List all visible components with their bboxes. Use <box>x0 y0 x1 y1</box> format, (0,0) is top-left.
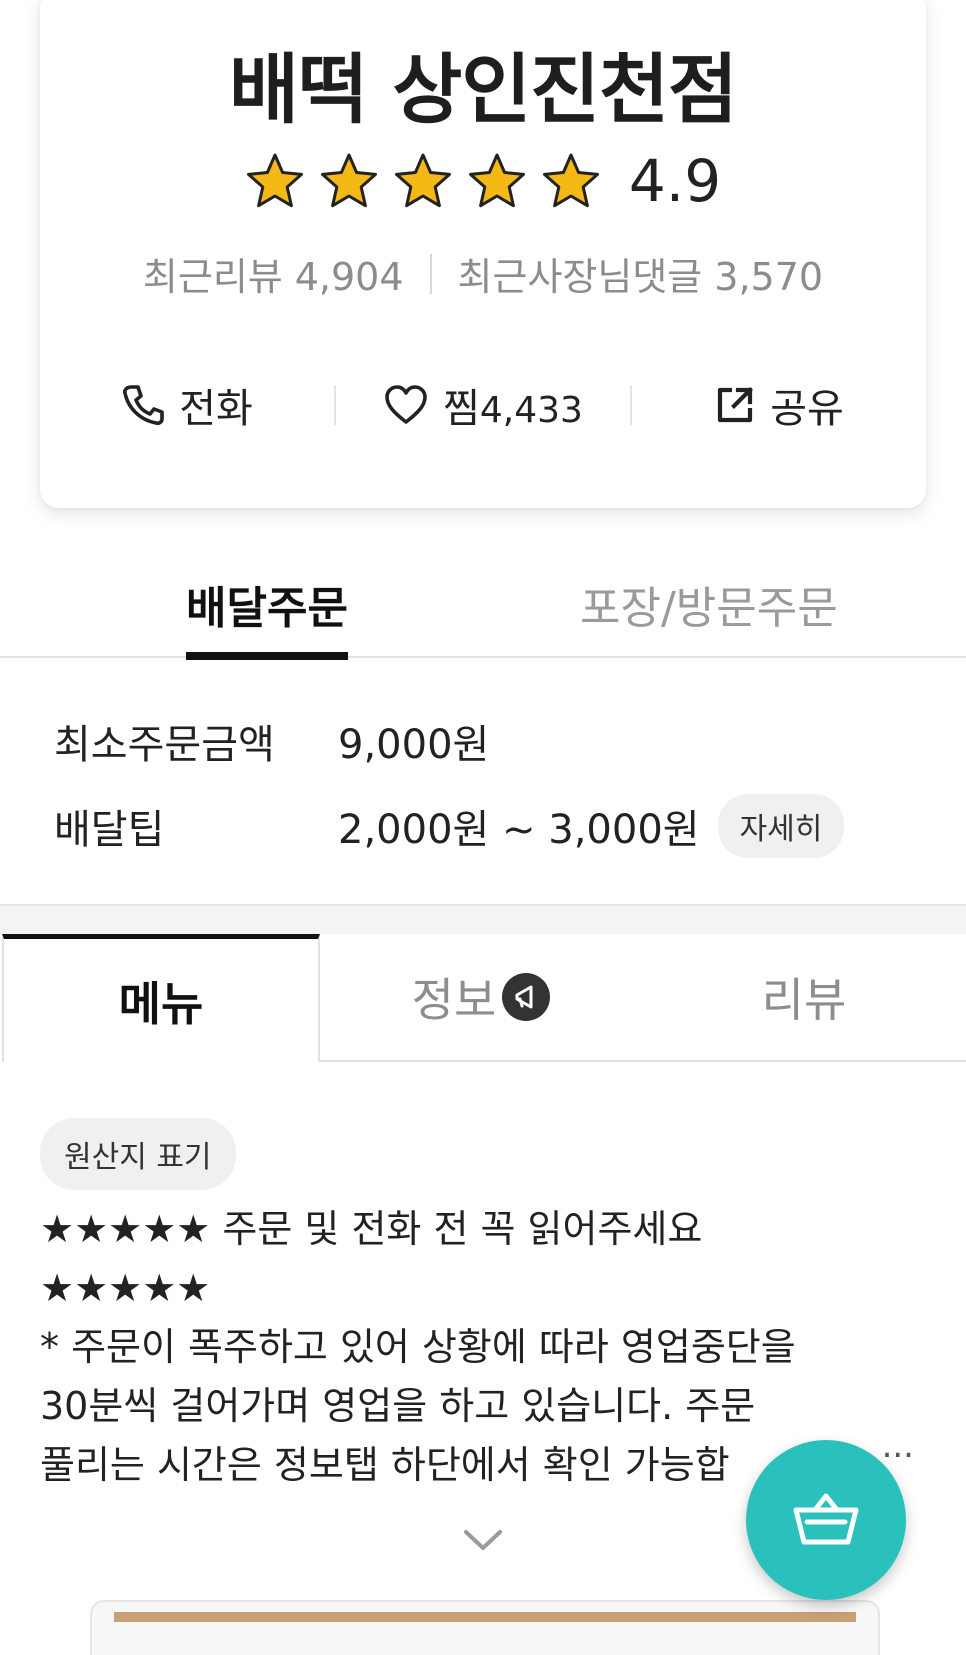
delivery-tip-row: 배달팁 2,000원 ~ 3,000원 자세히 <box>54 794 845 858</box>
tab-menu[interactable]: 메뉴 <box>2 934 320 1062</box>
owner-replies-label: 최근사장님댓글 <box>457 255 703 299</box>
like-button[interactable]: 찜4,433 <box>336 376 630 434</box>
basket-icon <box>793 1493 859 1545</box>
phone-icon <box>123 385 164 426</box>
tab-info[interactable]: 정보 <box>320 934 642 1062</box>
recent-reviews-count: 4,904 <box>294 255 404 299</box>
star-rating <box>245 151 601 211</box>
banner-stripe <box>114 1612 856 1622</box>
main-tabs: 메뉴 정보 리뷰 <box>0 934 966 1062</box>
rating-row: 4.9 <box>40 146 926 216</box>
delivery-tip-value: 2,000원 ~ 3,000원 <box>338 807 700 853</box>
heart-icon <box>385 385 427 424</box>
owner-replies-count: 3,570 <box>714 255 824 299</box>
notice-line: 30분씩 걸어가며 영업을 하고 있습니다. 주문 <box>40 1384 756 1428</box>
delivery-tip-label: 배달팁 <box>54 807 165 853</box>
recent-reviews[interactable]: 최근리뷰 4,904 <box>143 246 404 301</box>
store-name: 배떡 상인진천점 <box>229 45 738 134</box>
store-actions: 전화 찜4,433 공유 <box>40 370 926 440</box>
tab-review[interactable]: 리뷰 <box>642 934 966 1062</box>
min-order-value: 9,000원 <box>338 722 490 768</box>
star-icon <box>394 153 451 208</box>
section-divider <box>0 904 966 934</box>
like-label: 찜4,433 <box>443 386 583 432</box>
chevron-down-icon[interactable] <box>462 1526 504 1554</box>
call-button[interactable]: 전화 <box>40 376 334 434</box>
origin-label-chip[interactable]: 원산지 표기 <box>40 1118 236 1190</box>
share-external-icon <box>718 387 754 423</box>
divider <box>429 253 432 294</box>
rating-value: 4.9 <box>628 147 722 215</box>
share-button[interactable]: 공유 <box>632 376 926 434</box>
star-icon <box>542 153 599 208</box>
notice-line: ★★★★★ <box>40 1266 211 1310</box>
megaphone-icon <box>502 973 551 1021</box>
notice-line: ★★★★★ 주문 및 전화 전 꼭 읽어주세요 <box>40 1207 703 1251</box>
order-type-tabs: 배달주문 포장/방문주문 <box>0 560 966 660</box>
notice-line: * 주문이 폭주하고 있어 상황에 따라 영업중단을 <box>40 1325 796 1369</box>
star-icon <box>246 153 303 208</box>
like-count: 4,433 <box>479 390 583 431</box>
cart-button[interactable] <box>746 1440 906 1600</box>
star-icon <box>468 153 525 208</box>
share-label: 공유 <box>770 386 844 432</box>
tab-info-label: 정보 <box>411 973 497 1027</box>
recent-reviews-label: 최근리뷰 <box>142 255 283 299</box>
store-header-card: 배떡 상인진천점 4.9 최근리뷰 4,904 최근사장님댓글 3,570 전화 찜… <box>40 0 926 508</box>
call-label: 전화 <box>179 386 253 432</box>
tab-delivery-order[interactable]: 배달주문 <box>186 572 348 660</box>
star-icon <box>320 153 377 208</box>
delivery-tip-detail-button[interactable]: 자세히 <box>717 794 845 858</box>
tab-pickup-order[interactable]: 포장/방문주문 <box>580 572 838 658</box>
menu-banner-image <box>90 1600 880 1655</box>
notice-ellipsis: ... <box>881 1426 914 1466</box>
review-stats: 최근리뷰 4,904 최근사장님댓글 3,570 <box>40 246 926 301</box>
min-order-row: 최소주문금액 9,000원 <box>54 712 489 770</box>
min-order-label: 최소주문금액 <box>54 722 275 768</box>
owner-replies[interactable]: 최근사장님댓글 3,570 <box>458 246 824 301</box>
